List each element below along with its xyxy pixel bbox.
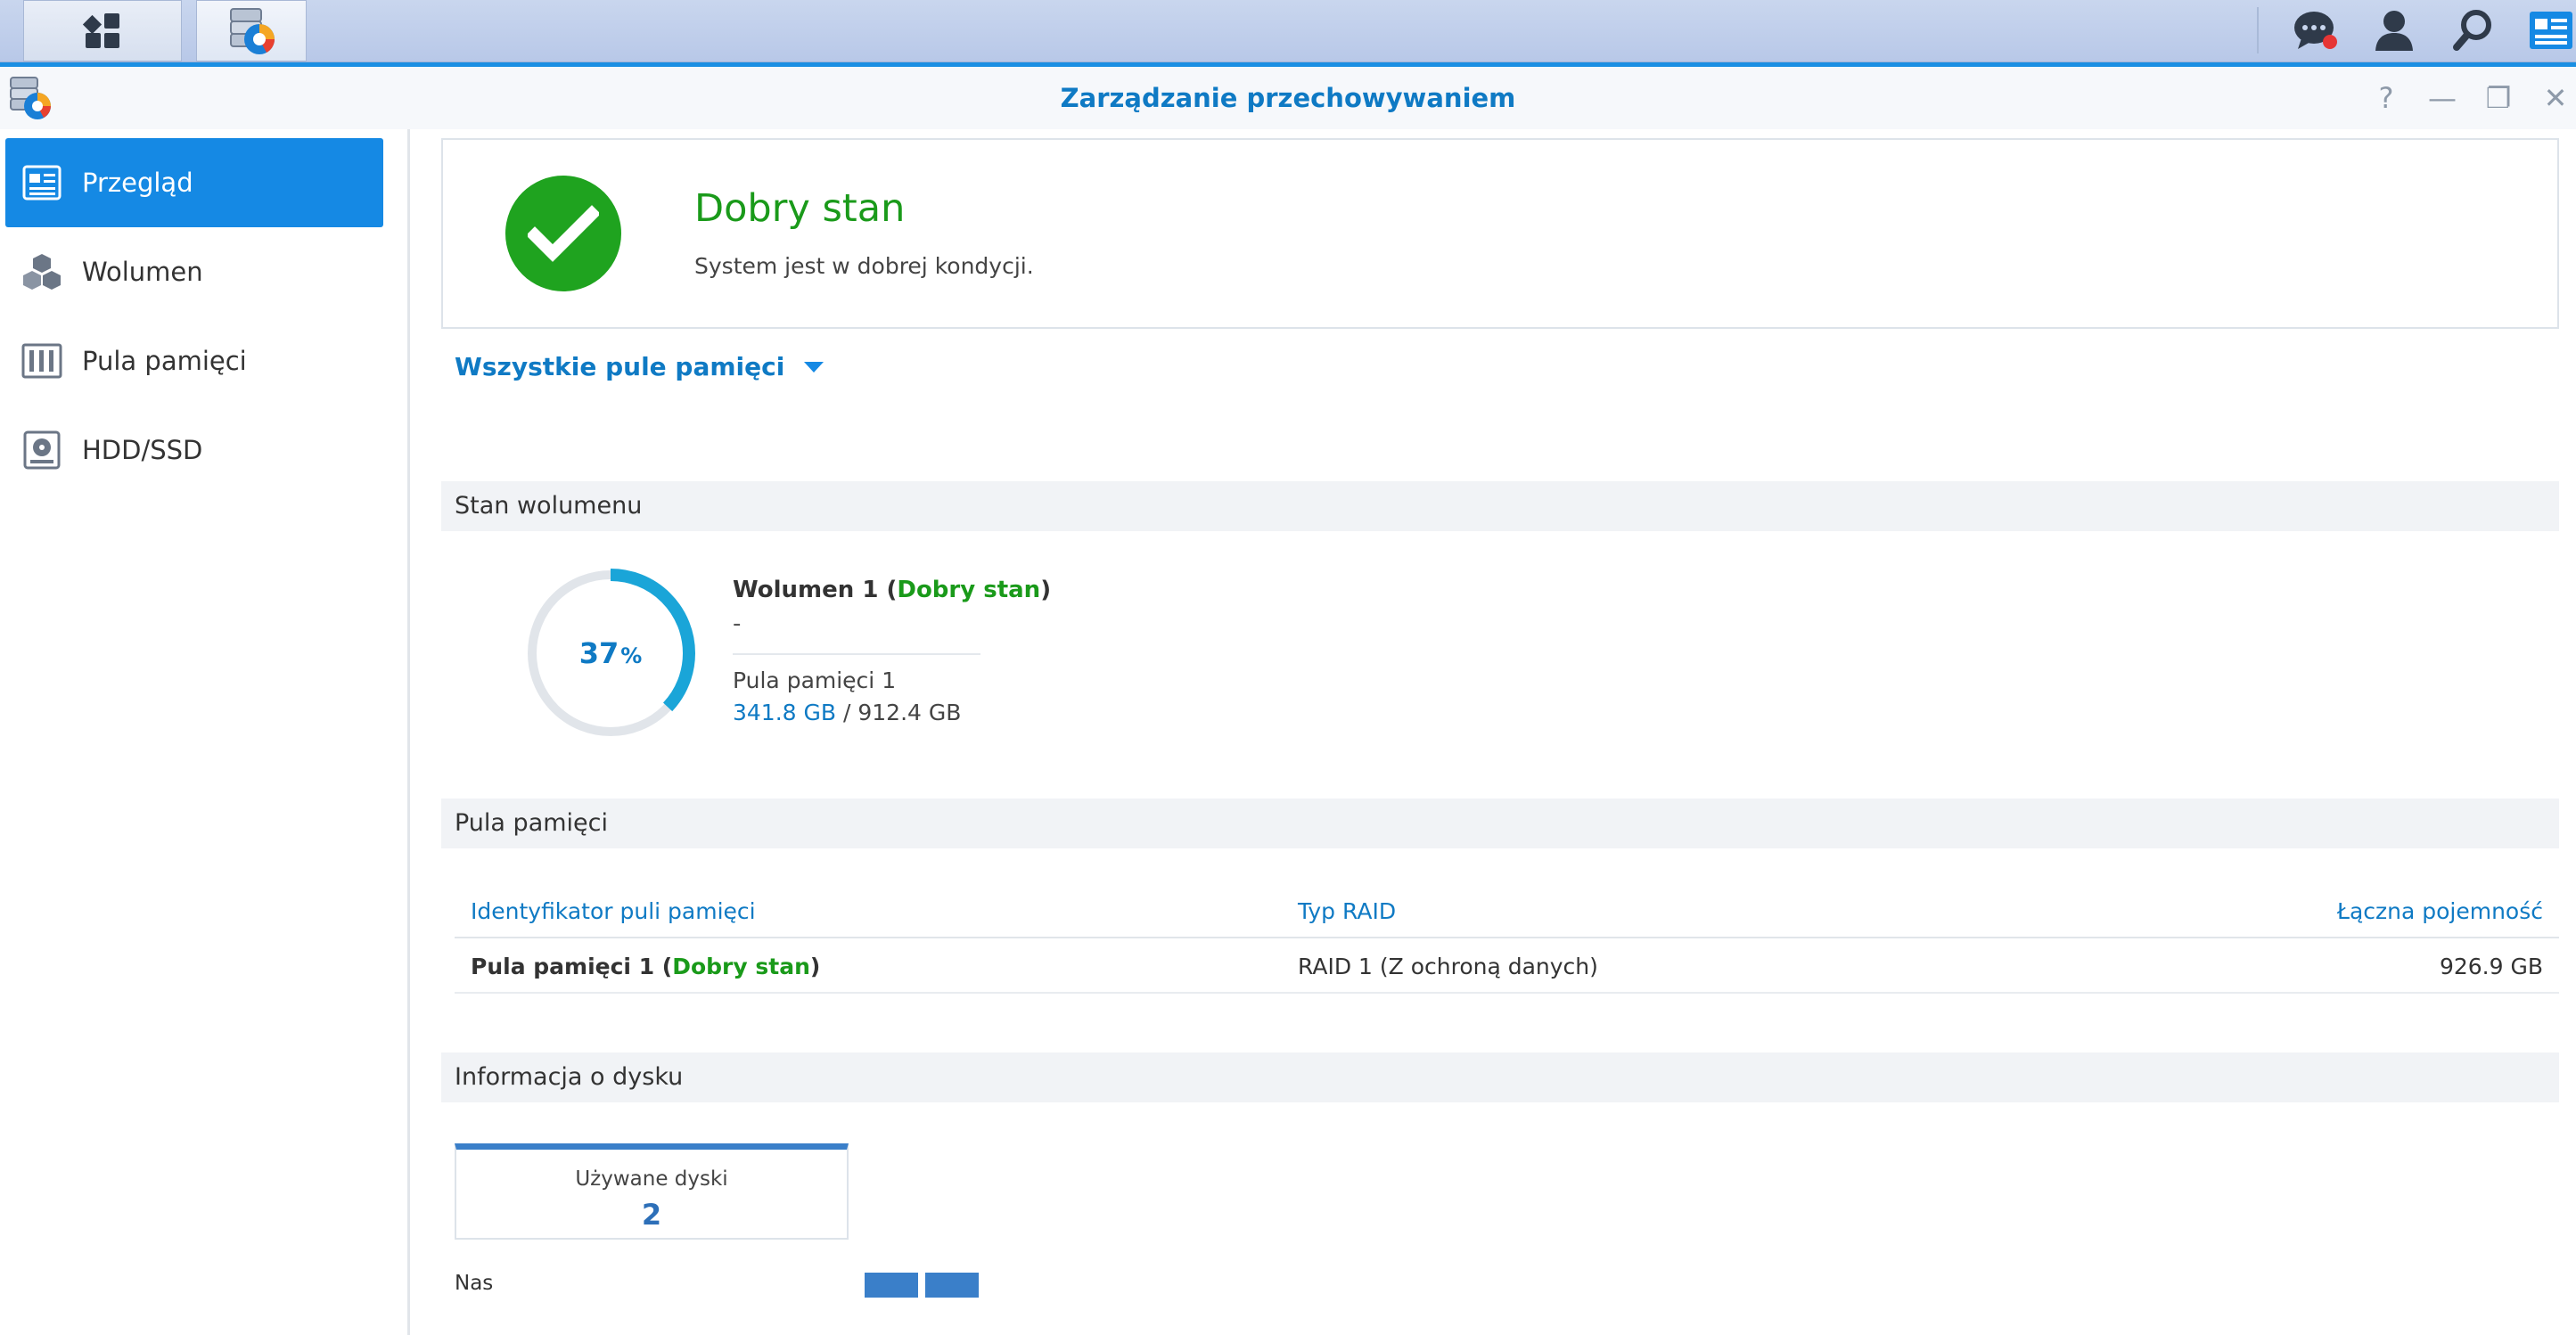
- volume-cubes-icon: [20, 250, 64, 294]
- sidebar-item-overview[interactable]: Przegląd: [5, 138, 383, 227]
- raid-type-cell: RAID 1 (Z ochroną danych): [1298, 954, 1598, 979]
- section-storage-pool: Pula pamięci: [441, 799, 2559, 848]
- volume-usage-percent: 37%: [523, 566, 698, 741]
- volume-capacity: 341.8 GB / 912.4 GB: [733, 700, 961, 725]
- system-status-card: Dobry stan System jest w dobrej kondycji…: [441, 138, 2559, 329]
- sidebar-item-volume[interactable]: Wolumen: [5, 227, 383, 316]
- nas-label: Nas: [455, 1272, 494, 1295]
- section-volume-status: Stan wolumenu: [441, 481, 2559, 531]
- column-header-pool-id[interactable]: Identyfikator puli pamięci: [471, 885, 756, 938]
- help-button[interactable]: ?: [2366, 78, 2407, 119]
- volume-state: Dobry stan: [897, 577, 1041, 603]
- grid-icon: [82, 12, 119, 48]
- user-button[interactable]: [2369, 7, 2419, 53]
- sidebar-item-storage-pool[interactable]: Pula pamięci: [5, 316, 383, 405]
- volume-divider: [733, 653, 980, 655]
- status-description: System jest w dobrej kondycji.: [694, 253, 1034, 279]
- pool-id-suffix: ): [809, 954, 821, 979]
- hdd-icon: [20, 428, 64, 472]
- sidebar-item-label: Przegląd: [82, 168, 193, 198]
- overview-icon: [20, 160, 64, 205]
- status-title: Dobry stan: [694, 186, 906, 231]
- main-menu-button[interactable]: [23, 0, 182, 61]
- pool-id-cell: Pula pamięci 1 (Dobry stan): [471, 940, 820, 994]
- table-row[interactable]: Pula pamięci 1 (Dobry stan) RAID 1 (Z oc…: [455, 940, 2559, 994]
- sidebar-item-label: Pula pamięci: [82, 346, 247, 376]
- volume-name-prefix: Wolumen 1 (: [733, 577, 898, 603]
- search-icon: [2453, 10, 2491, 51]
- storage-manager-window: Zarządzanie przechowywaniem ? — ❐ ✕ Prze…: [0, 62, 2576, 1335]
- storage-manager-taskbar-button[interactable]: [196, 0, 307, 61]
- notifications-button[interactable]: [2291, 7, 2341, 53]
- check-icon: [505, 176, 621, 291]
- storage-pool-icon: [20, 339, 64, 383]
- volume-usage-percent-sign: %: [620, 643, 643, 668]
- volume-capacity-separator: /: [836, 700, 858, 725]
- taskbar: [0, 0, 2576, 62]
- column-header-raid-type[interactable]: Typ RAID: [1298, 885, 1396, 938]
- volume-name[interactable]: Wolumen 1 (Dobry stan): [733, 577, 1051, 603]
- window-title: Zarządzanie przechowywaniem: [1060, 83, 1516, 113]
- section-disk-info: Informacja o dysku: [441, 1052, 2559, 1102]
- volume-pool-name: Pula pamięci 1: [733, 668, 897, 693]
- storage-manager-icon: [230, 7, 275, 54]
- volume-description: -: [733, 610, 742, 637]
- widgets-button[interactable]: [2526, 7, 2576, 53]
- volume-used-capacity: 341.8 GB: [733, 700, 837, 725]
- widgets-icon: [2530, 12, 2572, 49]
- capacity-cell: 926.9 GB: [2439, 954, 2543, 979]
- close-button[interactable]: ✕: [2535, 78, 2576, 119]
- user-icon: [2375, 11, 2413, 51]
- table-header: Identyfikator puli pamięci Typ RAID Łącz…: [455, 885, 2559, 938]
- chevron-down-icon: [804, 361, 824, 373]
- storage-manager-app-icon: [10, 77, 51, 119]
- pool-state: Dobry stan: [672, 954, 810, 979]
- search-button[interactable]: [2448, 7, 2498, 53]
- disk-slot-2[interactable]: [925, 1273, 979, 1298]
- used-disks-count: 2: [641, 1198, 662, 1232]
- volume-usage-percent-value: 37: [578, 636, 619, 670]
- minimize-button[interactable]: —: [2422, 78, 2463, 119]
- sidebar: Przegląd Wolumen Pula pamięci HDD/SSD: [0, 129, 410, 1335]
- pool-id-prefix: Pula pamięci 1 (: [471, 954, 673, 979]
- chat-bubble-icon: [2294, 12, 2337, 49]
- volume-name-suffix: ): [1040, 577, 1052, 603]
- sidebar-item-label: Wolumen: [82, 257, 203, 287]
- volume-total-capacity: 912.4 GB: [857, 700, 962, 725]
- storage-pool-dropdown[interactable]: Wszystkie pule pamięci: [455, 352, 824, 381]
- overview-content: Dobry stan System jest w dobrej kondycji…: [413, 129, 2576, 1335]
- column-header-total-capacity[interactable]: Łączna pojemność: [2337, 885, 2543, 938]
- used-disks-card: Używane dyski 2: [455, 1143, 849, 1240]
- taskbar-separator: [2257, 7, 2259, 53]
- storage-pool-dropdown-label: Wszystkie pule pamięci: [455, 352, 785, 381]
- sidebar-item-hdd-ssd[interactable]: HDD/SSD: [5, 405, 383, 495]
- sidebar-item-label: HDD/SSD: [82, 435, 203, 465]
- restore-button[interactable]: ❐: [2478, 78, 2519, 119]
- window-titlebar[interactable]: Zarządzanie przechowywaniem ? — ❐ ✕: [0, 67, 2576, 129]
- disk-slot-1[interactable]: [865, 1273, 918, 1298]
- used-disks-label: Używane dyski: [575, 1167, 728, 1191]
